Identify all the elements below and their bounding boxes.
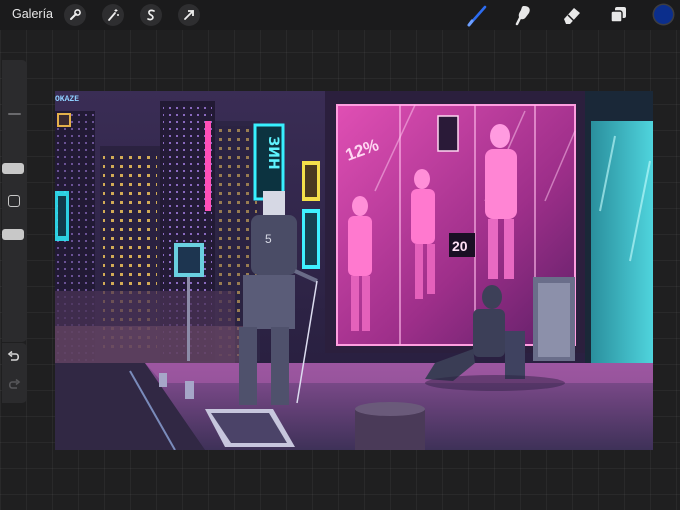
- brush-size-slider[interactable]: [2, 163, 24, 174]
- eraser-icon[interactable]: [560, 3, 584, 27]
- jacket-number: 5: [265, 232, 272, 246]
- gallery-button[interactable]: Galería: [12, 7, 53, 21]
- layers-icon[interactable]: [606, 3, 630, 27]
- selection-s-icon[interactable]: [140, 4, 162, 26]
- artwork-illustration: OKAZE ЗИН 12% 20 5: [55, 91, 653, 451]
- transform-arrow-icon[interactable]: [178, 4, 200, 26]
- brush-size-track-marker: [8, 113, 21, 115]
- modify-square-button[interactable]: [8, 195, 20, 207]
- neon-sign-vertical: ЗИН: [265, 136, 281, 169]
- artist-signature: OKAZE: [55, 95, 79, 104]
- smudge-icon[interactable]: [512, 3, 536, 27]
- redo-button[interactable]: [7, 378, 21, 397]
- magic-wand-icon[interactable]: [102, 4, 124, 26]
- drawing-canvas[interactable]: OKAZE ЗИН 12% 20 5: [55, 91, 653, 451]
- wrench-icon[interactable]: [64, 4, 86, 26]
- neon-sign-price: 20: [452, 238, 468, 254]
- color-swatch[interactable]: [654, 5, 673, 24]
- undo-button[interactable]: [7, 350, 21, 369]
- opacity-slider[interactable]: [2, 229, 24, 240]
- left-sidebar-bottom: [2, 343, 27, 403]
- brush-icon[interactable]: [466, 3, 490, 27]
- top-toolbar: Galería: [0, 0, 680, 30]
- left-sidebar: [2, 60, 27, 342]
